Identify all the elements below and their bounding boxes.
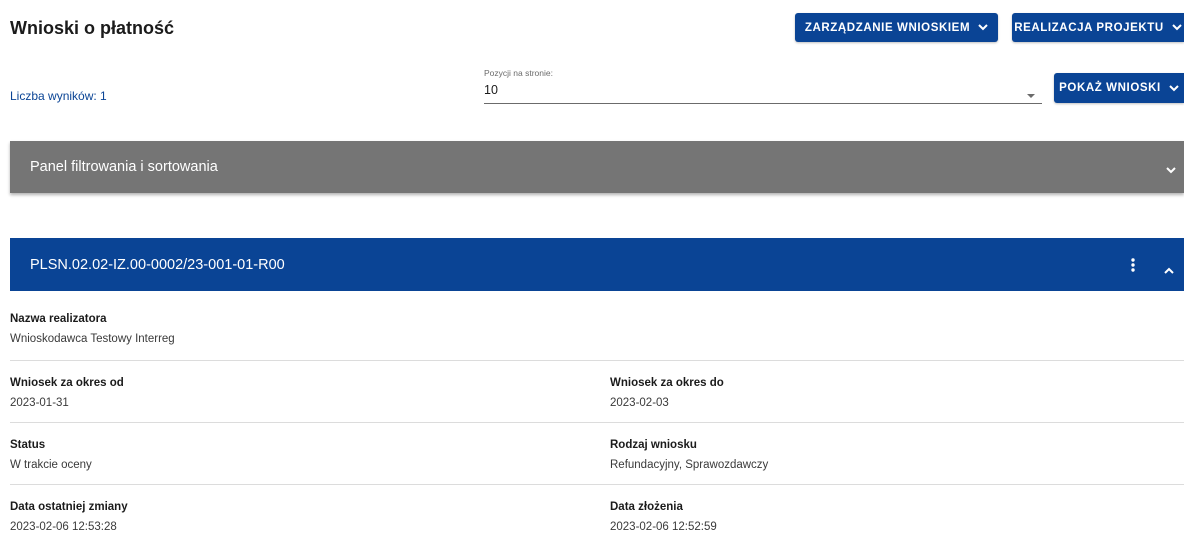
per-page-label: Pozycji na stronie:: [484, 68, 553, 78]
filter-panel-label: Panel filtrowania i sortowania: [30, 159, 218, 175]
show-requests-label: POKAŻ WNIOSKI: [1059, 82, 1161, 94]
chevron-down-icon: [978, 24, 988, 31]
request-type-value: Refundacyjny, Sprawozdawczy: [610, 459, 769, 471]
chevron-down-icon: [1169, 84, 1179, 92]
chevron-down-icon: [1172, 24, 1182, 31]
detail-row: Wniosek za okres od 2023-01-31 Wniosek z…: [10, 361, 1184, 423]
per-page-select[interactable]: Pozycji na stronie: 10: [484, 68, 1042, 104]
manage-request-label: ZARZĄDZANIE WNIOSKIEM: [804, 21, 971, 34]
show-requests-button[interactable]: POKAŻ WNIOSKI: [1054, 73, 1184, 103]
chevron-down-icon[interactable]: [1166, 161, 1176, 179]
period-to-value: 2023-02-03: [610, 397, 669, 409]
project-realization-button[interactable]: REALIZACJA PROJEKTU: [1012, 13, 1184, 42]
manage-request-button[interactable]: ZARZĄDZANIE WNIOSKIEM: [795, 13, 998, 42]
submission-date-value: 2023-02-06 12:52:59: [610, 521, 717, 533]
last-change-value: 2023-02-06 12:53:28: [10, 521, 117, 533]
results-count: Liczba wyników: 1: [10, 89, 107, 103]
detail-row: Nazwa realizatora Wnioskodawca Testowy I…: [10, 291, 1184, 361]
detail-row: Status W trakcie oceny Rodzaj wniosku Re…: [10, 423, 1184, 485]
period-to-label: Wniosek za okres do: [610, 377, 724, 389]
period-from-value: 2023-01-31: [10, 397, 69, 409]
page-title: Wnioski o płatność: [10, 18, 175, 38]
realizator-value: Wnioskodawca Testowy Interreg: [10, 333, 175, 345]
request-type-label: Rodzaj wniosku: [610, 439, 697, 451]
submission-date-label: Data złożenia: [610, 501, 683, 513]
request-card-header[interactable]: PLSN.02.02-IZ.00-0002/23-001-01-R00: [10, 238, 1184, 291]
period-from-label: Wniosek za okres od: [10, 377, 124, 389]
realizator-label: Nazwa realizatora: [10, 313, 107, 325]
detail-row: Data ostatniej zmiany 2023-02-06 12:53:2…: [10, 485, 1184, 545]
filter-sort-panel[interactable]: Panel filtrowania i sortowania: [10, 141, 1184, 193]
status-value: W trakcie oceny: [10, 459, 92, 471]
per-page-value: 10: [484, 83, 498, 97]
project-realization-label: REALIZACJA PROJEKTU: [1014, 21, 1164, 34]
request-number: PLSN.02.02-IZ.00-0002/23-001-01-R00: [30, 256, 285, 273]
last-change-label: Data ostatniej zmiany: [10, 501, 128, 513]
more-vert-icon[interactable]: [1131, 258, 1135, 277]
dropdown-arrow-icon[interactable]: [1026, 86, 1036, 104]
status-label: Status: [10, 439, 46, 451]
chevron-up-icon[interactable]: [1164, 261, 1174, 279]
